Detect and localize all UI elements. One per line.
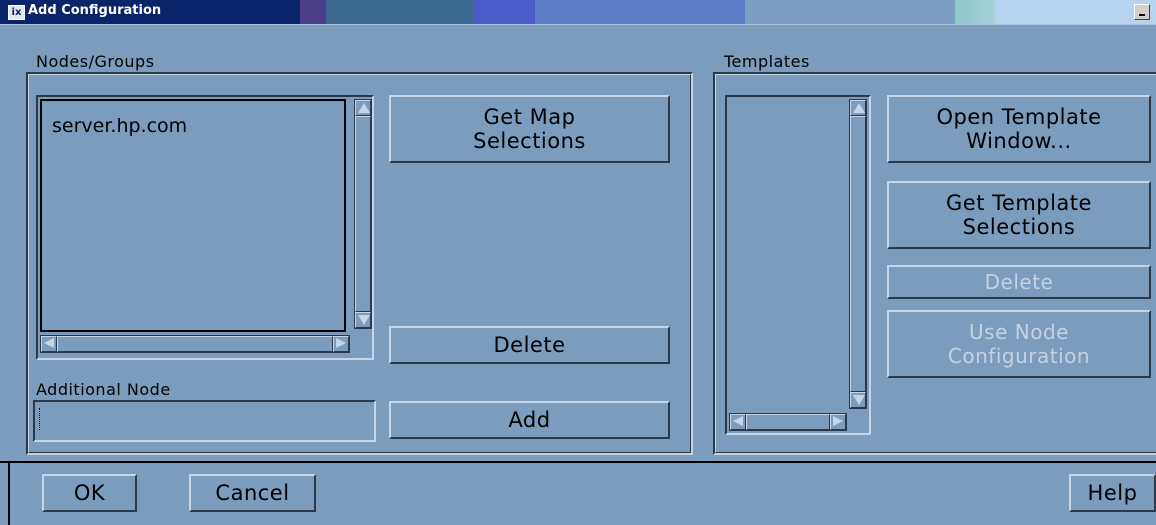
templates-vertical-thumb[interactable] [850,116,866,392]
cancel-button[interactable]: Cancel [189,474,316,512]
nodes-vertical-scrollbar[interactable] [354,99,372,329]
use-node-configuration-button[interactable]: Use Node Configuration [887,310,1151,378]
scroll-right-arrow[interactable] [830,414,846,430]
scroll-right-arrow[interactable] [333,336,349,352]
open-template-window-button[interactable]: Open Template Window... [887,95,1151,163]
footer-separator [0,461,1156,463]
nodes-delete-button[interactable]: Delete [389,326,670,364]
arrow-up-icon [853,103,865,113]
arrow-right-icon [833,416,843,426]
templates-delete-button[interactable]: Delete [887,265,1151,299]
window-title: Add Configuration [28,3,162,18]
arrow-down-icon [853,395,865,405]
arrow-right-icon [336,338,346,348]
nodes-horizontal-thumb[interactable] [57,336,333,352]
add-button[interactable]: Add [389,401,670,439]
nodes-horizontal-scrollbar[interactable] [40,335,350,353]
additional-node-input[interactable] [35,402,374,440]
nodes-groups-label: Nodes/Groups [36,52,155,71]
scroll-up-arrow[interactable] [355,100,371,116]
list-item[interactable]: server.hp.com [52,115,187,137]
title-bar[interactable]: ix Add Configuration [0,0,1156,25]
templates-label: Templates [724,52,810,71]
help-button[interactable]: Help [1069,474,1156,512]
additional-node-label: Additional Node [36,380,171,399]
nodes-list[interactable]: server.hp.com [36,95,374,360]
nodes-list-box: server.hp.com [40,99,346,332]
footer-edge [0,463,10,525]
app-x-icon[interactable]: ix [8,5,25,20]
ok-button[interactable]: OK [42,474,137,512]
scroll-left-arrow[interactable] [41,336,57,352]
arrow-left-icon [733,416,743,426]
get-template-selections-button[interactable]: Get Template Selections [887,181,1151,249]
templates-horizontal-thumb[interactable] [746,414,830,430]
arrow-left-icon [44,338,54,348]
minimize-button[interactable] [1134,4,1150,20]
additional-node-field[interactable] [33,400,376,442]
nodes-vertical-thumb[interactable] [355,116,371,312]
scroll-down-arrow[interactable] [355,312,371,328]
templates-horizontal-scrollbar[interactable] [729,413,847,431]
scroll-up-arrow[interactable] [850,100,866,116]
scroll-left-arrow[interactable] [730,414,746,430]
templates-vertical-scrollbar[interactable] [849,99,867,409]
arrow-up-icon [358,103,370,113]
templates-list[interactable] [725,95,871,435]
get-map-selections-button[interactable]: Get Map Selections [389,95,670,163]
arrow-down-icon [358,315,370,325]
scroll-down-arrow[interactable] [850,392,866,408]
